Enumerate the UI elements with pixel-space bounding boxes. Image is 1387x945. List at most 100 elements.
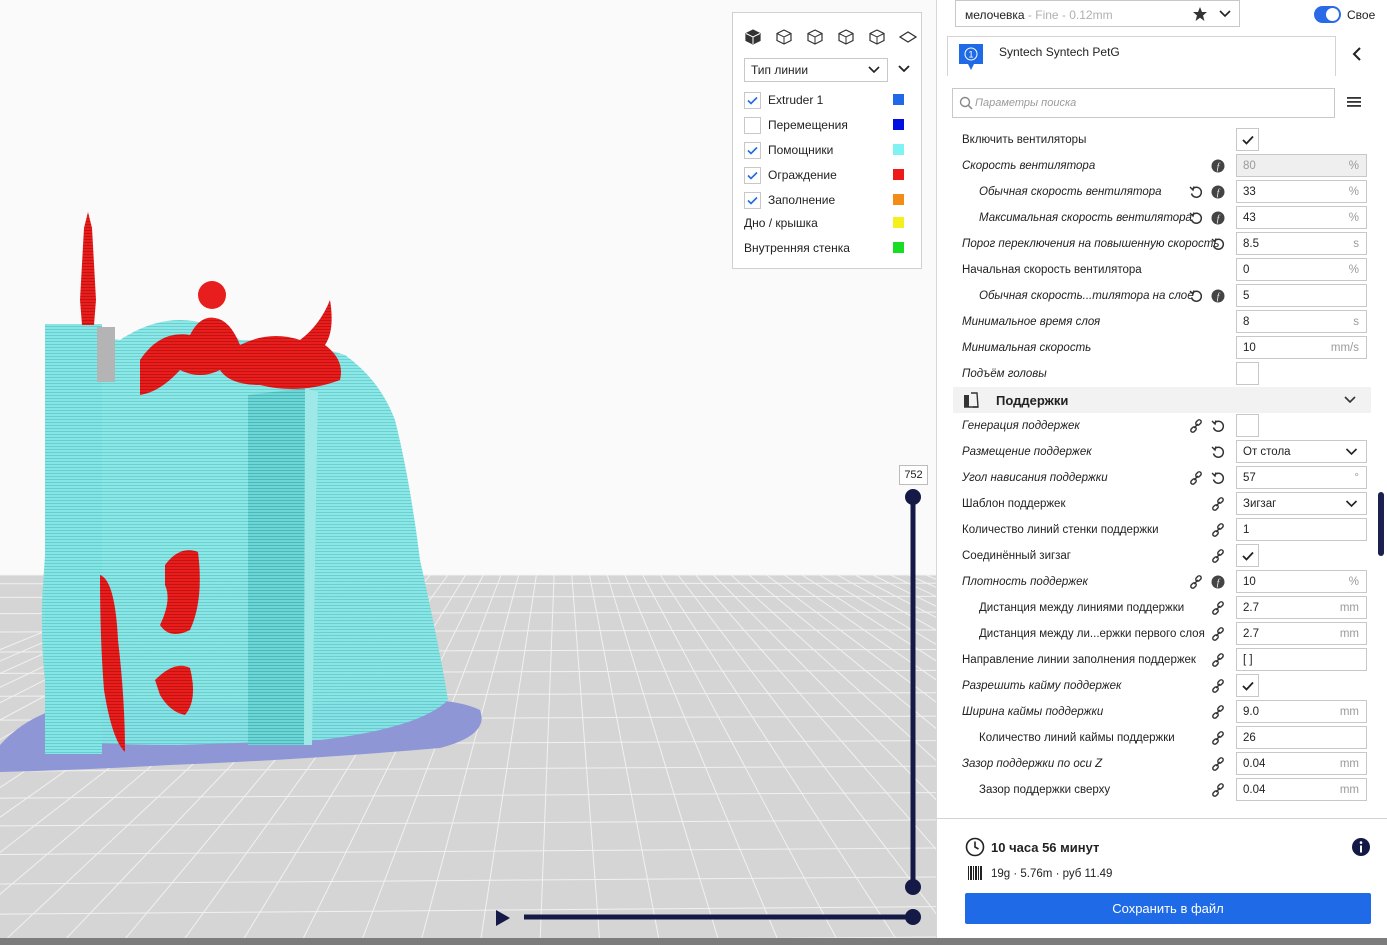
setting-input[interactable]: 0%	[1236, 258, 1367, 281]
setting-select[interactable]: От стола	[1236, 440, 1367, 463]
setting-value: 2.7	[1243, 628, 1259, 640]
check-icon	[747, 196, 758, 205]
layer-view-icon[interactable]	[898, 27, 918, 47]
setting-input[interactable]: 9.0 mm	[1236, 700, 1367, 723]
setting-input[interactable]: 33%	[1236, 180, 1367, 203]
setting-checkbox[interactable]	[1236, 128, 1259, 151]
top-view-icon[interactable]	[805, 27, 825, 47]
info-icon[interactable]	[1351, 837, 1371, 862]
3d-viewport[interactable]: 752 Тип линии Extruder 1 Перемещения Помощ…	[0, 0, 936, 945]
front-view-icon[interactable]	[774, 27, 794, 47]
setting-row: Порог переключения на повышенную скорост…	[953, 232, 1371, 256]
print-summary: 10 часа 56 минут 19g · 5.76m · руб 11.49…	[937, 818, 1387, 945]
collapse-panel-button[interactable]	[1337, 36, 1377, 76]
legend-label: Помощники	[768, 143, 834, 157]
legend-item[interactable]: Перемещения	[744, 115, 914, 135]
setting-label: Зазор поддержки сверху	[979, 784, 1111, 796]
setting-value: 10	[1243, 342, 1256, 354]
collapse-legend-icon[interactable]	[897, 62, 911, 81]
right-view-icon[interactable]	[867, 27, 887, 47]
settings-menu-icon[interactable]	[1347, 95, 1361, 113]
favorite-star-icon[interactable]	[1192, 6, 1208, 25]
setting-label: Дистанция между линиями поддержки	[979, 602, 1185, 614]
setting-label: Дистанция между ли...ержки первого слоя	[979, 628, 1205, 640]
material-name: Syntech Syntech PetG	[999, 45, 1120, 59]
reset-icon[interactable]	[1211, 471, 1225, 485]
legend-item[interactable]: Помощники	[744, 140, 914, 160]
layer-slider-top-handle[interactable]	[905, 489, 921, 505]
setting-checkbox[interactable]	[1236, 362, 1259, 385]
setting-input[interactable]: 0.04 mm	[1236, 752, 1367, 775]
setting-input[interactable]: 8s	[1236, 310, 1367, 333]
setting-input[interactable]: 57 °	[1236, 466, 1367, 489]
legend-checkbox[interactable]	[744, 91, 761, 109]
setting-label: Разрешить кайму поддержек	[962, 680, 1122, 692]
save-to-file-button[interactable]: Сохранить в файл	[965, 893, 1371, 924]
setting-row: Обычная скорость вентилятора f 33%	[953, 180, 1371, 204]
legend-item[interactable]: Extruder 1	[744, 90, 914, 110]
setting-input[interactable]: 2.7 mm	[1236, 596, 1367, 619]
setting-row: Количество линий каймы поддержки 26	[953, 726, 1371, 750]
3d-view-icon[interactable]	[743, 27, 763, 47]
setting-select[interactable]: Зигзаг	[1236, 492, 1367, 515]
legend-checkbox[interactable]	[744, 141, 761, 159]
setting-row: Зазор поддержки по оси Z 0.04 mm	[953, 752, 1371, 776]
legend-checkbox[interactable]	[744, 116, 761, 134]
setting-checkbox[interactable]	[1236, 414, 1259, 437]
clock-icon	[965, 837, 985, 862]
setting-row: Зазор поддержки сверху 0.04 mm	[953, 778, 1371, 802]
section-support-header[interactable]: Поддержки	[953, 387, 1371, 413]
setting-input[interactable]: 1	[1236, 518, 1367, 541]
legend-checkbox[interactable]	[744, 166, 761, 184]
setting-checkbox[interactable]	[1236, 674, 1259, 697]
check-icon	[1241, 551, 1254, 561]
left-view-icon[interactable]	[836, 27, 856, 47]
setting-label: Направление линии заполнения поддержек	[962, 654, 1196, 666]
setting-input[interactable]: 5	[1236, 284, 1367, 307]
playback-handle[interactable]	[905, 909, 921, 925]
setting-value: 33	[1243, 186, 1256, 198]
layer-number-label[interactable]: 752	[899, 465, 928, 485]
legend-checkbox[interactable]	[744, 191, 761, 209]
reset-icon[interactable]	[1189, 289, 1203, 303]
setting-row: Подъём головы	[953, 362, 1371, 386]
link-icon	[1211, 653, 1225, 667]
legend-item[interactable]: Ограждение	[744, 165, 914, 185]
setting-input[interactable]: 10%	[1236, 570, 1367, 593]
search-icon	[959, 96, 973, 113]
layer-slider-bottom-handle[interactable]	[905, 879, 921, 895]
reset-icon[interactable]	[1211, 419, 1225, 433]
settings-scrollbar[interactable]	[1378, 492, 1384, 556]
setting-row: Ширина каймы поддержки 9.0 mm	[953, 700, 1371, 724]
setting-label: Количество линий каймы поддержки	[979, 732, 1175, 744]
setting-label: Зазор поддержки по оси Z	[962, 758, 1103, 770]
reset-icon[interactable]	[1189, 211, 1203, 225]
setting-input[interactable]: 2.7 mm	[1236, 622, 1367, 645]
settings-search-input[interactable]: Параметры поиска	[952, 88, 1335, 118]
setting-input[interactable]: 8.5 s	[1236, 232, 1367, 255]
legend-item[interactable]: Заполнение	[744, 190, 914, 210]
setting-input[interactable]: 10 mm/s	[1236, 336, 1367, 359]
reset-icon[interactable]	[1211, 445, 1225, 459]
setting-input[interactable]: 26	[1236, 726, 1367, 749]
setting-row: Дистанция между линиями поддержки 2.7 mm	[953, 596, 1371, 620]
quality-profile-selector[interactable]: мелочевка - Fine - 0.12mm	[955, 0, 1240, 27]
setting-checkbox[interactable]	[1236, 544, 1259, 567]
setting-unit: %	[1348, 160, 1359, 172]
line-type-dropdown[interactable]: Тип линии	[744, 58, 888, 82]
setting-row: Скорость вентилятора f 80%	[953, 154, 1371, 178]
custom-mode-toggle[interactable]	[1314, 6, 1341, 23]
legend-color-swatch	[893, 169, 904, 180]
link-icon	[1211, 705, 1225, 719]
setting-input: 80%	[1236, 154, 1367, 177]
extruder-tab[interactable]: 1 Syntech Syntech PetG	[947, 36, 1336, 76]
reset-icon[interactable]	[1211, 237, 1225, 251]
check-icon	[1241, 135, 1254, 145]
setting-label: Максимальная скорость вентилятора	[979, 212, 1192, 224]
function-icon: f	[1211, 211, 1225, 225]
setting-input[interactable]: [ ]	[1236, 648, 1367, 671]
reset-icon[interactable]	[1189, 185, 1203, 199]
setting-input[interactable]: 43%	[1236, 206, 1367, 229]
chevron-left-icon	[1351, 46, 1363, 66]
setting-input[interactable]: 0.04 mm	[1236, 778, 1367, 801]
